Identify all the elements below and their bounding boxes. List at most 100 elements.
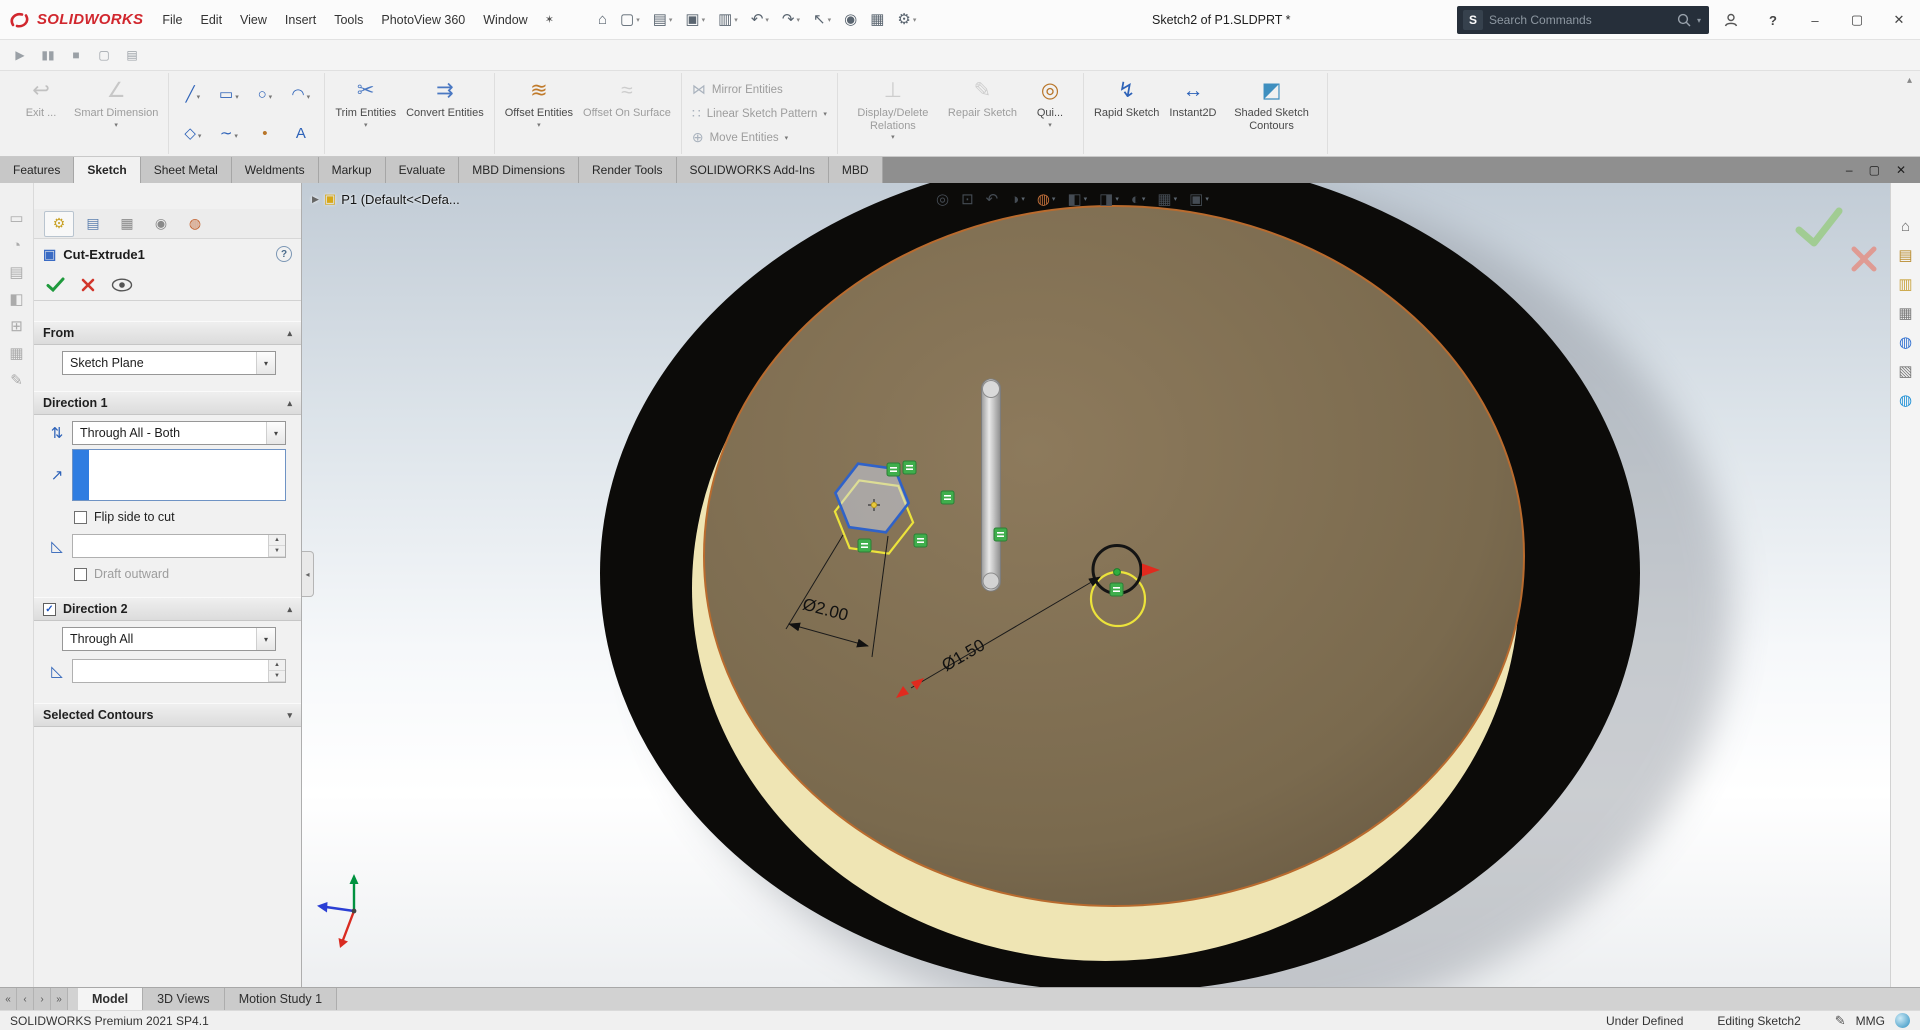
minimize-button[interactable]: – [1794,0,1836,40]
task-custom-properties-icon[interactable]: ▧ [1898,364,1912,380]
confirm-cancel-button[interactable] [1851,246,1877,272]
ribbon-collapse-icon[interactable]: ▴ [1907,75,1912,86]
direction2-checkbox[interactable]: ✓ [43,602,56,616]
macro-pause-icon[interactable]: ▮▮ [36,43,60,67]
doc-tab-model[interactable]: Model [78,988,144,1010]
file-properties[interactable]: ▦ ▾ [864,5,890,35]
shaded-sketch-contours[interactable]: ◩ Shaded Sketch Contours ▾ [1222,74,1322,154]
part-top-face[interactable] [703,205,1525,907]
part-tree-label[interactable]: P1 (Default<<Defa... [341,192,460,207]
direction2-end-condition-select[interactable]: Through All ▾ [62,627,276,651]
docked-tool-1-icon[interactable]: ▭ [9,211,23,227]
zoom-to-area[interactable]: ⊡ ▾ [955,186,980,212]
display-delete-relations[interactable]: ⊥ Display/Delete Relations ▾ [843,74,943,154]
scene[interactable]: ▦ ▾ [1151,186,1183,212]
redo[interactable]: ↷ ▾ [776,5,806,35]
line-tool[interactable]: ╱ ▾ [175,75,210,113]
search-icon[interactable] [1677,13,1691,27]
close-button[interactable]: ✕ [1878,0,1920,40]
doc-restore-button[interactable]: ▢ [1869,163,1880,177]
quick-snaps[interactable]: ◎ Qui... ▾ [1022,74,1078,154]
propertymanager-tab[interactable]: ⚙ [44,210,74,237]
zoom-to-fit[interactable]: ◎ ▾ [930,186,955,212]
menu-insert[interactable]: Insert [276,0,325,40]
tab-features[interactable]: Features [0,157,75,183]
docked-tool-7-icon[interactable]: ✎ [10,373,23,389]
tab-render-tools[interactable]: Render Tools [579,157,677,183]
menu-tools[interactable]: Tools [325,0,372,40]
tab-sheet-metal[interactable]: Sheet Metal [140,157,232,183]
panel-collapse-handle[interactable]: ◂ [302,551,314,597]
spin-up-icon[interactable]: ▲ [269,535,285,546]
view-home[interactable]: ⌂ ▾ [592,5,613,35]
menu-view[interactable]: View [231,0,276,40]
docked-tool-5-icon[interactable]: ⊞ [10,319,23,335]
tab-evaluate[interactable]: Evaluate [385,157,460,183]
task-design-library-icon[interactable]: ▥ [1898,277,1912,293]
task-home-icon[interactable]: ⌂ [1901,219,1910,235]
scroll-prev-button[interactable]: ‹ [17,988,34,1010]
maximize-button[interactable]: ▢ [1836,0,1878,40]
graphics-viewport[interactable]: Ø2.00 Ø1.50 ▶ ▣ P1 (Default<<Defa... ◎ ⊡… [302,183,1890,987]
spin-down-icon[interactable]: ▼ [269,671,285,682]
direction2-draft-field[interactable]: ▲ ▼ [72,659,286,683]
menu-edit[interactable]: Edit [192,0,232,40]
docked-tool-4-icon[interactable]: ◧ [9,292,23,308]
new-document[interactable]: ▢ ▾ [614,5,646,35]
rebuild[interactable]: ◉ ▾ [838,5,863,35]
open-document[interactable]: ▤ ▾ [647,5,679,35]
section-selected-contours[interactable]: Selected Contours ▾ [34,703,301,727]
undo[interactable]: ↶ ▾ [745,5,775,35]
tab-mbd[interactable]: MBD [828,157,883,183]
macro-edit-icon[interactable]: ▤ [120,43,144,67]
cancel-button[interactable] [81,278,95,292]
appearance-tab[interactable]: ◍ [180,211,210,237]
tree-expand-icon[interactable]: ▶ [312,194,319,205]
editing-mode-label[interactable]: Editing Sketch2 [1717,1014,1800,1028]
polygon-tool[interactable]: ◇ ▾ [175,114,210,152]
trim-entities[interactable]: ✂ Trim Entities ▾ [330,74,401,154]
spinner[interactable]: ▲ ▼ [268,535,285,557]
section-direction1[interactable]: Direction 1 ▴ [34,391,301,415]
menu-window[interactable]: Window [474,0,536,40]
macro-run-icon[interactable]: ▶ [8,43,32,67]
section-view[interactable]: ◑ ▾ [1004,186,1031,212]
flip-side-checkbox[interactable] [74,510,87,524]
instant2d[interactable]: ↔ Instant2D ▾ [1164,74,1221,154]
docked-tool-2-icon[interactable]: ◔ [12,238,21,254]
connection-globe-icon[interactable] [1895,1013,1910,1028]
move-entities[interactable]: ⊕ Move Entities ▾ [692,129,827,146]
options[interactable]: ⚙ ▾ [891,5,922,35]
rectangle-tool[interactable]: ▭ ▾ [211,75,246,113]
tab-solidworks-add-ins[interactable]: SOLIDWORKS Add-Ins [676,157,829,183]
rapid-sketch[interactable]: ↯ Rapid Sketch ▾ [1089,74,1164,154]
doc-tab-motion-study-1[interactable]: Motion Study 1 [224,988,338,1010]
tab-markup[interactable]: Markup [318,157,386,183]
doc-minimize-button[interactable]: – [1846,163,1853,177]
command-search[interactable]: S Search Commands ▾ [1457,6,1709,34]
macro-new-icon[interactable]: ▢ [92,43,116,67]
arc-tool[interactable]: ◠ ▾ [283,75,318,113]
search-caret-icon[interactable]: ▾ [1697,16,1703,25]
hexagon-center-point[interactable] [870,501,878,509]
tab-weldments[interactable]: Weldments [231,157,319,183]
hide-show-items[interactable]: ◐ ▾ [1125,186,1152,212]
view-settings[interactable]: ▣ ▾ [1183,186,1215,212]
linear-sketch-pattern[interactable]: ∷ Linear Sketch Pattern ▾ [692,105,827,122]
help-icon[interactable]: ? [1752,0,1794,40]
doc-close-button[interactable]: ✕ [1896,163,1906,177]
appearances[interactable]: ◍ ▾ [1031,186,1062,212]
view-orientation[interactable]: ◧ ▾ [1061,186,1093,212]
offset-entities[interactable]: ≋ Offset Entities ▾ [500,74,578,154]
menu-pin-icon[interactable]: ✶ [537,0,562,40]
display-pane-tab[interactable]: ◉ [146,211,176,237]
spin-up-icon[interactable]: ▲ [269,660,285,671]
menu-file[interactable]: File [153,0,191,40]
tab-mbd-dimensions[interactable]: MBD Dimensions [459,157,579,183]
convert-entities[interactable]: ⇉ Convert Entities ▾ [401,74,489,154]
direction1-draft-field[interactable]: ▲ ▼ [72,534,286,558]
smart-dimension[interactable]: ∠ Smart Dimension ▾ [69,74,163,154]
scroll-first-button[interactable]: « [0,988,17,1010]
print-document[interactable]: ▥ ▾ [712,5,744,35]
circle-center-point[interactable] [1113,568,1121,576]
